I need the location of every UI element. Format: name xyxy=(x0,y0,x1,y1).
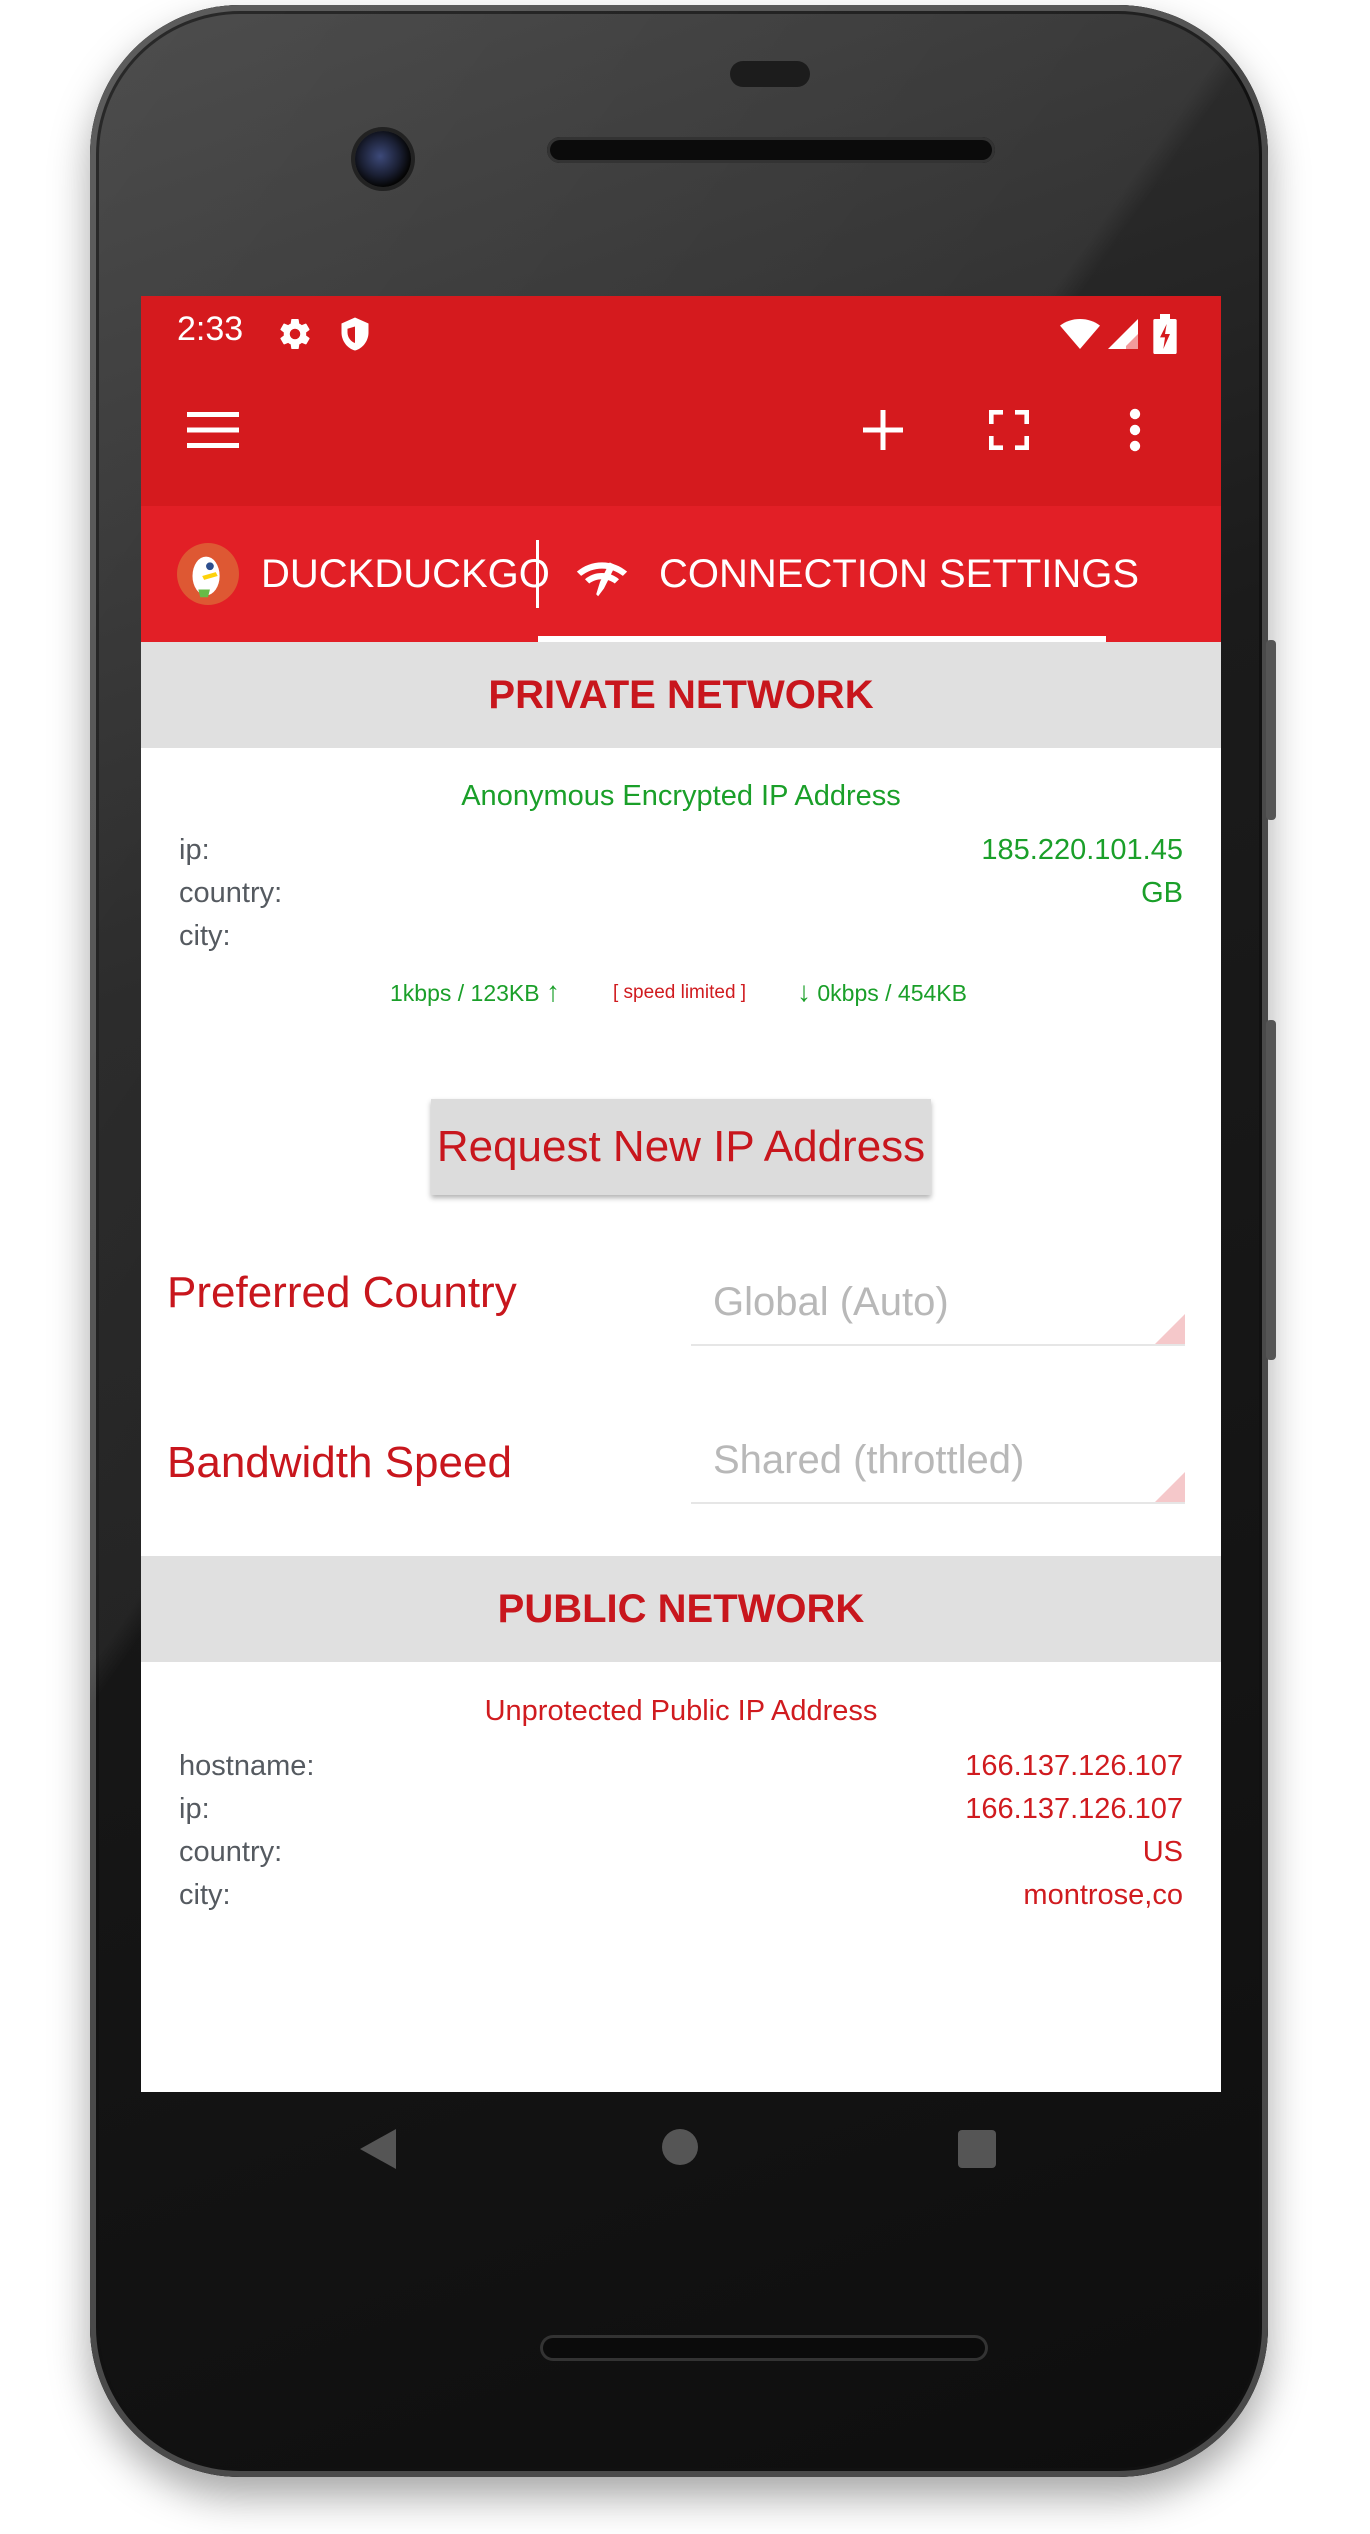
preferred-country-label: Preferred Country xyxy=(167,1268,517,1317)
tab-bar: DUCKDUCKGO CONNECTION SETTINGS xyxy=(141,506,1221,642)
public-hostname-value: 166.137.126.107 xyxy=(965,1750,1183,1782)
duckduckgo-logo-icon xyxy=(177,543,239,605)
app-bar: 2:33 xyxy=(141,296,1221,506)
private-country-label: country: xyxy=(179,877,283,909)
download-speed: ↓ 0kbps / 454KB xyxy=(797,976,967,1008)
add-button[interactable] xyxy=(847,394,919,466)
public-country-label: country: xyxy=(179,1836,283,1868)
dropdown-arrow-icon xyxy=(1155,1314,1185,1344)
public-network-header: PUBLIC NETWORK xyxy=(141,1556,1221,1662)
private-country-value: GB xyxy=(1141,877,1183,909)
upload-speed: 1kbps / 123KB ↑ xyxy=(390,976,560,1008)
gear-icon xyxy=(280,319,310,349)
public-city-label: city: xyxy=(179,1879,231,1911)
public-ip-label: ip: xyxy=(179,1793,210,1825)
fullscreen-icon xyxy=(989,410,1029,450)
download-speed-value: 0kbps / 454KB xyxy=(817,980,967,1006)
public-city-value: montrose,co xyxy=(1023,1879,1183,1911)
status-bar: 2:33 xyxy=(141,296,1221,376)
wifi-settings-icon xyxy=(576,562,628,597)
private-network-subtitle: Anonymous Encrypted IP Address xyxy=(461,780,901,812)
public-ip-value: 166.137.126.107 xyxy=(965,1793,1183,1825)
signal-icon xyxy=(1108,319,1138,349)
tab-duckduckgo[interactable]: DUCKDUCKGO xyxy=(177,506,550,642)
hamburger-menu-icon xyxy=(187,412,239,448)
tab-connection-settings-label: CONNECTION SETTINGS xyxy=(659,551,1140,596)
overflow-menu-button[interactable] xyxy=(1099,394,1171,466)
plus-icon xyxy=(863,410,903,450)
power-button xyxy=(1266,640,1276,820)
dropdown-arrow-icon xyxy=(1155,1472,1185,1502)
back-button[interactable] xyxy=(356,2125,400,2173)
bandwidth-speed-label: Bandwidth Speed xyxy=(167,1438,512,1487)
recents-button[interactable] xyxy=(958,2130,996,2168)
home-button[interactable] xyxy=(660,2127,700,2167)
request-new-ip-button[interactable]: Request New IP Address xyxy=(431,1099,931,1195)
private-network-header: PRIVATE NETWORK xyxy=(141,642,1221,748)
volume-button xyxy=(1266,1020,1276,1360)
private-ip-label: ip: xyxy=(179,834,210,866)
tab-duckduckgo-label: DUCKDUCKGO xyxy=(261,551,550,596)
fullscreen-button[interactable] xyxy=(973,394,1045,466)
tab-divider xyxy=(536,540,539,608)
preferred-country-dropdown[interactable]: Global (Auto) xyxy=(691,1264,1185,1346)
private-city-label: city: xyxy=(179,920,231,952)
preferred-country-value: Global (Auto) xyxy=(713,1280,949,1324)
public-hostname-label: hostname: xyxy=(179,1750,315,1782)
status-time: 2:33 xyxy=(177,310,244,348)
private-ip-value: 185.220.101.45 xyxy=(981,834,1183,866)
tab-connection-settings[interactable]: CONNECTION SETTINGS xyxy=(573,506,1139,642)
top-speaker xyxy=(547,137,995,163)
wifi-icon xyxy=(1060,319,1100,349)
public-country-value: US xyxy=(1142,1836,1183,1868)
app-screen: 2:33 DUCKDUCKGO CONNECTION SETTINGS PRIV… xyxy=(141,296,1221,2092)
proximity-sensor xyxy=(730,61,810,87)
bandwidth-speed-dropdown[interactable]: Shared (throttled) xyxy=(691,1422,1185,1504)
upload-arrow-icon: ↑ xyxy=(546,976,560,1007)
bottom-speaker xyxy=(540,2335,988,2361)
download-arrow-icon: ↓ xyxy=(797,976,811,1007)
bandwidth-speed-value: Shared (throttled) xyxy=(713,1438,1025,1482)
more-vert-icon xyxy=(1129,408,1141,452)
menu-button[interactable] xyxy=(177,394,249,466)
battery-icon xyxy=(1153,314,1177,354)
front-camera-icon xyxy=(355,131,411,187)
upload-speed-value: 1kbps / 123KB xyxy=(390,980,540,1006)
shield-icon xyxy=(341,317,369,351)
speed-limited-note: [ speed limited ] xyxy=(613,982,747,1003)
public-network-subtitle: Unprotected Public IP Address xyxy=(484,1695,878,1727)
